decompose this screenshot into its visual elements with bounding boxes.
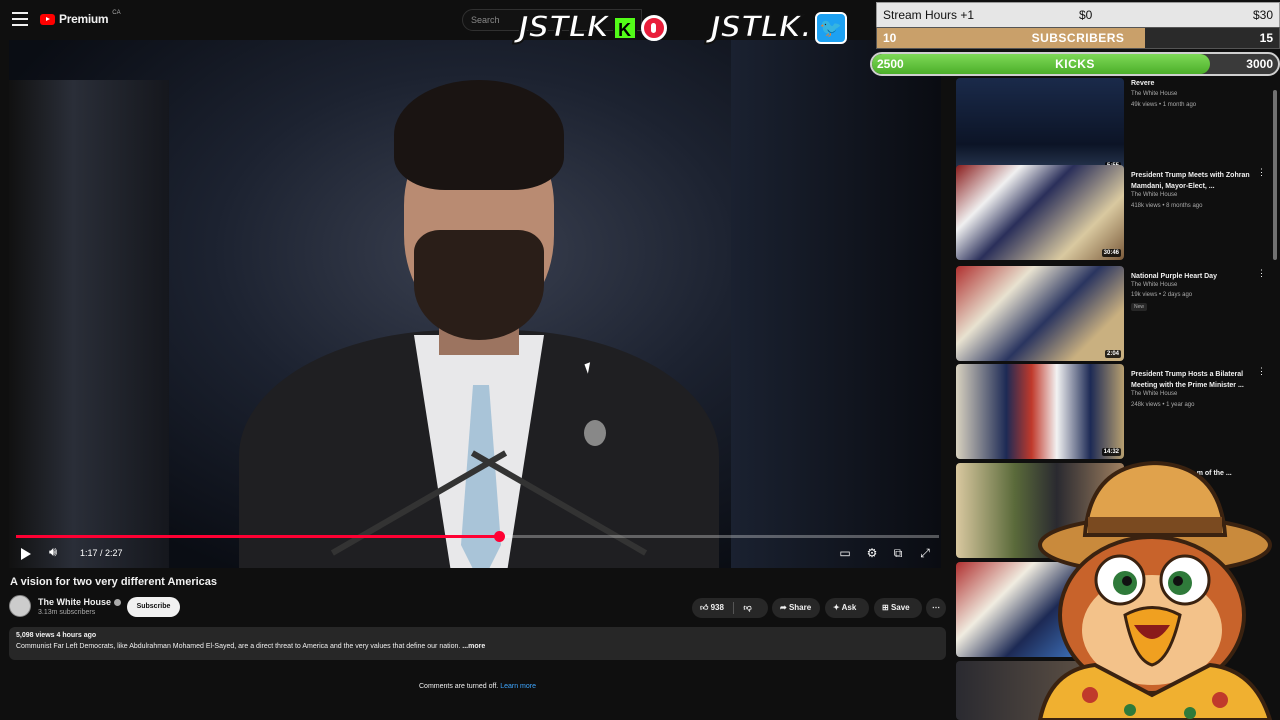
views-and-date: 5,098 views 4 hours ago xyxy=(16,632,97,639)
bookmark-icon: ⊞ xyxy=(882,603,891,612)
stream-hours-goal: Stream Hours +1 $0 $30 xyxy=(876,2,1280,28)
share-icon: ➦ xyxy=(780,603,789,612)
sidebar-scrollbar[interactable] xyxy=(1273,90,1277,260)
kick-icon: K xyxy=(612,15,637,40)
new-badge: New xyxy=(1131,303,1148,311)
description-box[interactable]: 5,098 views 4 hours ago Communist Far Le… xyxy=(9,627,946,660)
thumbs-up-icon[interactable]: 👍︎ xyxy=(700,603,708,612)
subscribers-goal-bar: 10 SUBSCRIBERS 15 xyxy=(876,27,1280,49)
play-icon[interactable] xyxy=(21,548,31,560)
volume-icon[interactable]: 🔊︎ xyxy=(49,544,65,560)
more-options-icon[interactable]: ⋮ xyxy=(1257,168,1266,177)
jstlk-twitter-badge: JSTLK. 🐦 xyxy=(709,9,847,46)
progress-played xyxy=(16,535,500,538)
video-thumbnail[interactable]: 2:04 xyxy=(956,266,1124,361)
subscriber-count: 3.13m subscribers xyxy=(38,609,96,616)
ask-button[interactable]: ✦ Ask xyxy=(825,598,869,618)
youtube-play-icon xyxy=(40,13,55,25)
fullscreen-icon[interactable]: ⤢ xyxy=(917,546,933,561)
recommendation-item[interactable]: 14:32 President Trump Hosts a Bilateral … xyxy=(956,364,1276,459)
video-thumbnail[interactable]: 14:32 xyxy=(956,364,1124,459)
share-button[interactable]: ➦ Share xyxy=(772,598,820,618)
sparkle-icon: ✦ xyxy=(833,603,842,612)
description-text: Communist Far Left Democrats, like Abdul… xyxy=(16,643,486,650)
video-progress-bar[interactable] xyxy=(16,531,939,542)
hamburger-menu-icon[interactable] xyxy=(12,12,28,26)
verified-icon xyxy=(114,599,122,607)
twitter-icon: 🐦 xyxy=(815,11,847,44)
bird-mascot-overlay xyxy=(1037,460,1273,720)
more-options-icon[interactable]: ⋮ xyxy=(1257,367,1266,376)
more-options-icon[interactable]: ⋮ xyxy=(1257,269,1266,278)
thumbs-down-icon[interactable]: 👎︎ xyxy=(743,603,751,612)
save-button[interactable]: ⊞ Save xyxy=(874,598,922,618)
kicks-goal-bar: 2500 KICKS 3000 xyxy=(870,52,1280,76)
captions-icon[interactable]: ▭ xyxy=(837,546,853,560)
subscribe-button[interactable]: Subscribe xyxy=(127,597,180,617)
recommendation-item[interactable]: 5:55 Revere The White House 49k views • … xyxy=(956,78,1276,173)
speaker-frame xyxy=(219,80,739,568)
player-controls: 🔊︎ 1:17 / 2:27 ▭ ⚙ ⧉ ⤢ xyxy=(0,542,950,566)
jstlk-kick-badge: JSTLK K xyxy=(517,9,667,46)
recommendation-item[interactable]: 2:04 National Purple Heart Day The White… xyxy=(956,266,1276,361)
channel-name[interactable]: The White House xyxy=(38,597,122,607)
time-display: 1:17 / 2:27 xyxy=(80,548,123,558)
channel-avatar[interactable] xyxy=(9,595,31,617)
video-thumbnail[interactable]: 30:46 xyxy=(956,165,1124,260)
learn-more-link[interactable]: Learn more xyxy=(500,683,536,690)
miniplayer-icon[interactable]: ⧉ xyxy=(890,546,906,561)
more-actions-icon[interactable]: ⋯ xyxy=(926,598,946,618)
video-thumbnail[interactable]: 5:55 xyxy=(956,78,1124,173)
live-record-icon xyxy=(640,14,667,41)
comments-disabled-notice: Comments are turned off. Learn more xyxy=(419,683,536,690)
video-title: A vision for two very different Americas xyxy=(10,576,218,588)
like-count: 938 xyxy=(710,603,724,612)
youtube-premium-logo[interactable]: Premium CA xyxy=(40,10,121,26)
recommendation-item[interactable]: 30:46 President Trump Meets with Zohran … xyxy=(956,165,1276,260)
more-link[interactable]: ...more xyxy=(460,643,485,650)
settings-gear-icon[interactable]: ⚙ xyxy=(864,546,880,560)
like-dislike-group[interactable]: 👍︎ 938 👎︎ xyxy=(692,598,768,618)
video-player[interactable] xyxy=(9,40,941,568)
